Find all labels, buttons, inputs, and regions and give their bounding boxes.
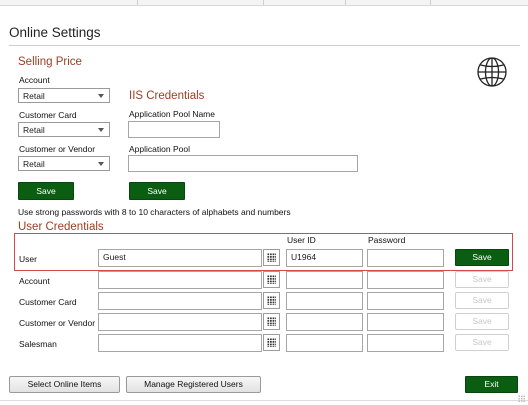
customer-vendor-select[interactable]: Retail [18,156,110,171]
exit-button[interactable]: Exit [465,376,518,393]
user-name-input[interactable]: Guest [98,249,262,267]
manage-registered-users-button[interactable]: Manage Registered Users [126,376,261,393]
user-row-label: User [19,254,37,264]
title-divider [9,45,520,46]
account-name-input[interactable] [98,271,262,289]
selling-price-heading: Selling Price [18,56,82,68]
top-toolbar-strip [0,0,528,6]
chevron-down-icon [98,94,104,98]
customer-vendor-password-input[interactable] [367,313,444,331]
grid-lookup-icon[interactable] [263,249,280,266]
globe-icon [476,56,508,88]
app-pool-name-input[interactable] [128,121,220,138]
iis-save-button[interactable]: Save [129,182,185,200]
customer-card-user-id-input[interactable] [286,292,363,310]
selling-price-save-button[interactable]: Save [18,182,74,200]
salesman-name-input[interactable] [98,334,262,352]
customer-card-select-value: Retail [23,125,45,135]
customer-card-select[interactable]: Retail [18,122,110,137]
customer-vendor-save-button[interactable]: Save [455,313,509,330]
customer-card-name-input[interactable] [98,292,262,310]
customer-card-label: Customer Card [19,110,77,120]
resize-grip-icon[interactable] [518,395,526,403]
account-password-input[interactable] [367,271,444,289]
customer-vendor-row-label: Customer or Vendor [19,318,96,328]
grid-lookup-icon[interactable] [263,334,280,351]
grid-lookup-icon[interactable] [263,271,280,288]
password-hint-text: Use strong passwords with 8 to 10 charac… [18,207,291,217]
salesman-password-input[interactable] [367,334,444,352]
app-pool-input[interactable] [128,155,358,172]
customer-vendor-name-input[interactable] [98,313,262,331]
customer-card-password-input[interactable] [367,292,444,310]
app-pool-name-label: Application Pool Name [129,109,215,119]
customer-vendor-user-id-input[interactable] [286,313,363,331]
grid-lookup-icon[interactable] [263,292,280,309]
account-select-value: Retail [23,91,45,101]
account-user-id-input[interactable] [286,271,363,289]
customer-vendor-select-value: Retail [23,159,45,169]
salesman-save-button[interactable]: Save [455,334,509,351]
customer-card-save-button[interactable]: Save [455,292,509,309]
customer-card-row-label: Customer Card [19,297,77,307]
user-save-button[interactable]: Save [455,249,509,266]
window-title: Online Settings [9,25,101,40]
salesman-row-label: Salesman [19,339,57,349]
account-label: Account [19,75,50,85]
user-credentials-heading: User Credentials [18,221,104,233]
app-pool-label: Application Pool [129,144,190,154]
chevron-down-icon [98,128,104,132]
customer-vendor-label: Customer or Vendor [19,144,96,154]
chevron-down-icon [98,162,104,166]
account-save-button[interactable]: Save [455,271,509,288]
salesman-user-id-input[interactable] [286,334,363,352]
grid-lookup-icon[interactable] [263,313,280,330]
password-input[interactable] [367,249,444,267]
account-select[interactable]: Retail [18,88,110,103]
bottom-divider [0,400,528,401]
select-online-items-button[interactable]: Select Online Items [9,376,120,393]
iis-credentials-heading: IIS Credentials [129,90,205,102]
user-id-input[interactable]: U1964 [286,249,363,267]
account-row-label: Account [19,276,50,286]
